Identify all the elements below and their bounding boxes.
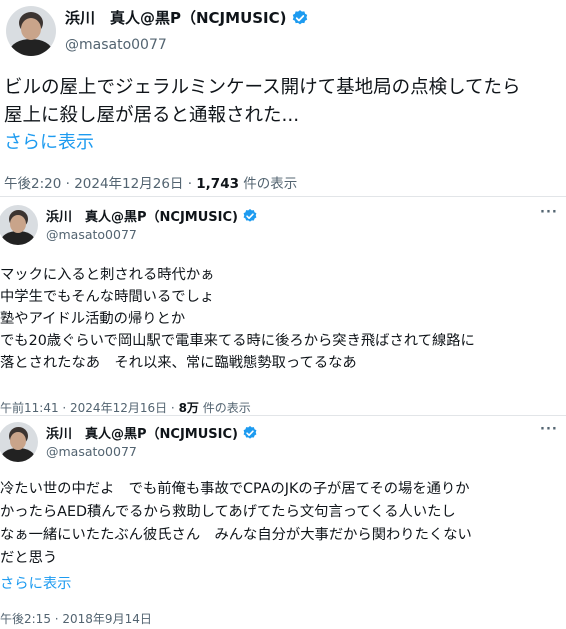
avatar[interactable] bbox=[0, 422, 38, 462]
tweet-timestamp[interactable]: 午前11:41 · 2024年12月16日 · bbox=[0, 401, 179, 415]
tweet-text-line: 冷たい世の中だよ でも前俺も事故でCPAのJKの子が居てその場を通りか bbox=[0, 481, 470, 497]
tweet-text: ビルの屋上でジェラルミンケース開けて基地局の点検してたら 屋上に殺し屋が居ると通… bbox=[4, 74, 521, 130]
author-name-row[interactable]: 浜川 真人@黒P（NCJMUSIC) bbox=[46, 423, 258, 442]
view-count-label: 件の表示 bbox=[198, 401, 251, 415]
tweet-metadata: 午前11:41 · 2024年12月16日 · 8万 件の表示 bbox=[0, 399, 251, 416]
tweet-text-line: 落とされたなあ それ以来、常に臨戦態勢取ってるなあ bbox=[0, 355, 357, 371]
author-handle[interactable]: @masato0077 bbox=[65, 37, 167, 53]
tweet-text-line: マックに入ると刺される時代かぁ bbox=[0, 267, 215, 283]
avatar[interactable] bbox=[6, 6, 56, 56]
author-name-row[interactable]: 浜川 真人@黒P（NCJMUSIC) bbox=[46, 206, 258, 225]
verified-badge-icon bbox=[292, 9, 307, 24]
verified-badge-icon bbox=[243, 425, 257, 439]
tweet-text-line: 塾やアイドル活動の帰りとか bbox=[0, 311, 186, 327]
author-name[interactable]: 浜川 真人@黒P（NCJMUSIC) bbox=[65, 7, 287, 28]
tweet-timestamp[interactable]: 午後2:15 · 2018年9月14日 bbox=[0, 610, 152, 627]
verified-badge-icon bbox=[243, 208, 257, 222]
tweet-text-line: かったらAED積んでるから救助してあげてたら文句言ってくる人いたし bbox=[0, 504, 456, 520]
more-options-icon[interactable]: ··· bbox=[540, 205, 558, 220]
tweet-text-line: 中学生でもそんな時間いるでしょ bbox=[0, 289, 215, 305]
author-handle[interactable]: @masato0077 bbox=[46, 227, 137, 242]
tweet-text-line: ビルの屋上でジェラルミンケース開けて基地局の点検してたら bbox=[4, 77, 521, 98]
view-count: 8万 bbox=[178, 401, 199, 415]
author-handle[interactable]: @masato0077 bbox=[46, 444, 137, 459]
tweet-3[interactable]: 浜川 真人@黒P（NCJMUSIC) @masato0077 ··· 冷たい世の… bbox=[0, 416, 566, 629]
view-count-label: 件の表示 bbox=[238, 176, 298, 192]
view-count: 1,743 bbox=[196, 176, 239, 192]
more-options-icon[interactable]: ··· bbox=[540, 422, 558, 437]
tweet-text-line: なぁ一緒にいたたぶん彼氏さん みんな自分が大事だから関わりたくない bbox=[0, 527, 472, 543]
tweet-text-line: 屋上に殺し屋が居ると通報された... bbox=[4, 105, 300, 126]
show-more-link[interactable]: さらに表示 bbox=[0, 572, 71, 593]
tweet-text-line: だと思う bbox=[0, 550, 58, 566]
author-name[interactable]: 浜川 真人@黒P（NCJMUSIC) bbox=[46, 423, 238, 442]
author-name[interactable]: 浜川 真人@黒P（NCJMUSIC) bbox=[46, 206, 238, 225]
tweet-text: 冷たい世の中だよ でも前俺も事故でCPAのJKの子が居てその場を通りか かったら… bbox=[0, 478, 472, 570]
author-name-row[interactable]: 浜川 真人@黒P（NCJMUSIC) bbox=[65, 7, 309, 28]
tweet-timestamp[interactable]: 午後2:20 · 2024年12月26日 · bbox=[4, 176, 196, 192]
tweet-2[interactable]: 浜川 真人@黒P（NCJMUSIC) @masato0077 ··· マックに入… bbox=[0, 197, 566, 415]
tweet-text-line: でも20歳ぐらいで岡山駅で電車来てる時に後ろから突き飛ばされて線路に bbox=[0, 333, 475, 349]
tweet-metadata: 午後2:20 · 2024年12月26日 · 1,743 件の表示 bbox=[4, 172, 297, 192]
avatar[interactable] bbox=[0, 205, 38, 245]
tweet-1[interactable]: 浜川 真人@黒P（NCJMUSIC) @masato0077 ビルの屋上でジェラ… bbox=[0, 0, 566, 196]
show-more-link[interactable]: さらに表示 bbox=[4, 128, 94, 154]
tweet-text: マックに入ると刺される時代かぁ 中学生でもそんな時間いるでしょ 塾やアイドル活動… bbox=[0, 264, 475, 374]
